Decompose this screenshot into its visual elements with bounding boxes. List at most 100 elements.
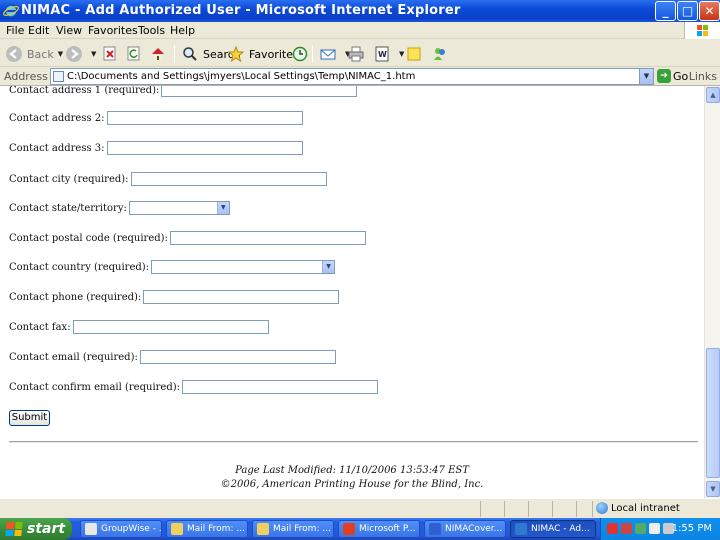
contact-address-1-input[interactable] — [161, 86, 358, 97]
favorites-button[interactable]: Favorites — [226, 43, 299, 65]
menu-edit[interactable]: Edit — [28, 24, 49, 37]
print-button[interactable] — [346, 43, 369, 65]
scroll-up-icon[interactable]: ▲ — [706, 87, 720, 103]
menu-help[interactable]: Help — [170, 24, 195, 37]
copyright-notice: ©2006, American Printing House for the B… — [220, 479, 484, 490]
submit-button[interactable]: Submit — [9, 410, 50, 426]
task-label: Microsoft P... — [359, 524, 416, 534]
field-contact-email: Contact email (required): — [9, 349, 336, 365]
divider — [9, 441, 698, 443]
field-label: Contact city (required): — [9, 173, 129, 185]
field-contact-confirm-email: Contact confirm email (required): — [9, 379, 379, 395]
powerpoint-icon — [343, 523, 355, 535]
toolbar-separator — [312, 45, 313, 63]
back-arrow-icon — [4, 44, 24, 64]
windows-logo-icon — [684, 22, 720, 39]
page-last-modified: Page Last Modified: 11/10/2006 13:53:47 … — [235, 465, 469, 476]
refresh-button[interactable] — [124, 43, 147, 65]
messenger-button[interactable] — [430, 43, 453, 65]
stop-button[interactable] — [100, 43, 123, 65]
internet-explorer-icon — [3, 4, 19, 18]
field-label: Contact address 1 (required): — [9, 86, 160, 96]
sticky-note-icon — [404, 44, 424, 64]
globe-icon — [596, 502, 608, 514]
taskbar-item-mail-2[interactable]: Mail From: ... — [252, 520, 334, 538]
home-icon — [148, 44, 168, 64]
discuss-button[interactable] — [404, 43, 427, 65]
edit-word-button[interactable]: W ▼ — [372, 43, 404, 65]
home-button[interactable] — [148, 43, 171, 65]
title-bar: NIMAC - Add Authorized User - Microsoft … — [0, 0, 720, 22]
chevron-down-icon: ▼ — [322, 261, 335, 273]
security-zone: Local intranet — [596, 502, 680, 514]
taskbar-item-nimac-active[interactable]: NIMAC - Ad... — [510, 520, 596, 538]
maximize-button[interactable]: □ — [677, 1, 698, 21]
status-cell — [552, 501, 553, 517]
taskbar-item-nimacover[interactable]: NIMACover... — [424, 520, 506, 538]
taskbar-item-powerpoint[interactable]: Microsoft P... — [338, 520, 420, 538]
groupwise-icon — [85, 523, 97, 535]
field-contact-city: Contact city (required): — [9, 171, 327, 187]
minimize-button[interactable]: _ — [655, 1, 676, 21]
start-button[interactable]: start — [0, 518, 72, 540]
scroll-thumb[interactable] — [706, 348, 720, 478]
word-icon: W — [372, 44, 392, 64]
links-button[interactable]: Links — [689, 70, 717, 83]
back-button[interactable]: Back ▼ — [4, 43, 63, 65]
network-tray-icon[interactable] — [635, 523, 646, 534]
address-bar: Address C:\Documents and Settings\jmyers… — [0, 67, 720, 86]
mail-icon — [257, 523, 269, 535]
page-content: Contact address 1 (required): Contact ad… — [0, 86, 704, 498]
forward-button[interactable]: ▼ — [64, 43, 96, 65]
back-label: Back — [27, 47, 54, 61]
chevron-down-icon[interactable]: ▼ — [639, 69, 653, 84]
status-cell — [576, 501, 577, 517]
taskbar-item-groupwise[interactable]: GroupWise - ... — [80, 520, 162, 538]
contact-state-select[interactable]: ▼ — [128, 201, 230, 215]
contact-phone-input[interactable] — [143, 290, 340, 304]
task-label: NIMAC - Ad... — [531, 524, 590, 534]
page-icon — [53, 71, 64, 82]
scroll-down-icon[interactable]: ▼ — [706, 481, 720, 497]
window-title: NIMAC - Add Authorized User - Microsoft … — [21, 3, 461, 18]
field-label: Contact email (required): — [9, 351, 138, 363]
contact-postal-code-input[interactable] — [169, 231, 366, 245]
status-cell — [480, 501, 481, 517]
address-input[interactable]: C:\Documents and Settings\jmyers\Local S… — [50, 68, 654, 85]
mail-icon — [318, 44, 338, 64]
contact-fax-input[interactable] — [72, 320, 269, 334]
field-contact-address-3: Contact address 3: — [9, 140, 303, 156]
history-icon — [290, 44, 310, 64]
menu-file[interactable]: File — [6, 24, 24, 37]
stop-icon — [100, 44, 120, 64]
go-label: Go — [673, 69, 689, 83]
search-icon — [180, 44, 200, 64]
system-tray: 1:55 PM — [600, 518, 720, 540]
history-button[interactable] — [290, 43, 313, 65]
field-label: Contact country (required): — [9, 261, 150, 273]
field-label: Contact address 3: — [9, 142, 105, 154]
menu-favorites[interactable]: Favorites — [88, 24, 138, 37]
start-label: start — [27, 521, 66, 537]
forward-arrow-icon — [64, 44, 84, 64]
taskbar-item-mail-1[interactable]: Mail From: ... — [166, 520, 248, 538]
antivirus-tray-icon[interactable] — [607, 523, 618, 534]
volume-tray-icon[interactable] — [649, 523, 660, 534]
menu-tools[interactable]: Tools — [138, 24, 165, 37]
contact-country-select[interactable]: ▼ — [151, 260, 336, 274]
taskbar: start GroupWise - ... Mail From: ... Mai… — [0, 518, 720, 540]
contact-city-input[interactable] — [130, 172, 327, 186]
contact-address-3-input[interactable] — [106, 141, 303, 155]
field-label: Contact phone (required): — [9, 291, 142, 303]
contact-email-input[interactable] — [139, 350, 336, 364]
menu-bar: File Edit View Favorites Tools Help — [0, 22, 720, 39]
vertical-scrollbar[interactable]: ▲ ▼ — [704, 86, 720, 498]
contact-confirm-email-input[interactable] — [182, 380, 379, 394]
field-label: Contact confirm email (required): — [9, 381, 181, 393]
close-button[interactable]: ✕ — [699, 1, 720, 21]
contact-address-2-input[interactable] — [106, 111, 303, 125]
go-button[interactable]: ➔ Go — [657, 69, 688, 83]
field-label: Contact state/territory: — [9, 202, 127, 214]
security-tray-icon[interactable] — [621, 523, 632, 534]
menu-view[interactable]: View — [56, 24, 82, 37]
